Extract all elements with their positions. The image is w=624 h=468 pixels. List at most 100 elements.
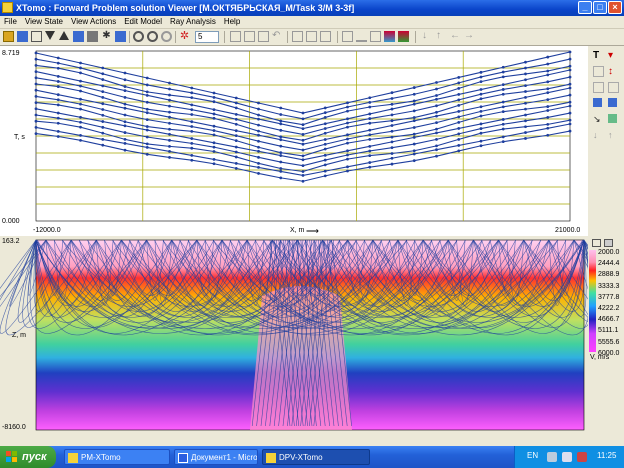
velocity-icon[interactable] <box>384 31 395 42</box>
arrow-down-icon[interactable]: ↓ <box>422 31 433 42</box>
security-icon[interactable] <box>577 452 587 462</box>
tool-icon-1[interactable] <box>292 31 303 42</box>
legend-table-icon[interactable] <box>604 239 613 247</box>
tool-icon-3[interactable] <box>320 31 331 42</box>
grid-icon[interactable] <box>31 31 42 42</box>
triangle-up-icon[interactable] <box>59 31 69 40</box>
traveltime-point <box>123 102 127 106</box>
menu-view-state[interactable]: View State <box>21 16 67 28</box>
zoom-in-icon[interactable] <box>133 31 144 42</box>
start-button[interactable]: пуск <box>0 446 56 468</box>
traveltime-point <box>34 51 38 55</box>
view-icon-1[interactable] <box>230 31 241 42</box>
model-icon[interactable] <box>87 31 98 42</box>
rays-icon[interactable] <box>342 31 353 42</box>
traveltime-plot[interactable] <box>0 46 588 236</box>
menu-view-actions[interactable]: View Actions <box>67 16 120 28</box>
traveltime-point <box>123 89 127 92</box>
palette-icon[interactable] <box>398 31 409 42</box>
minimize-button[interactable]: _ <box>578 1 592 14</box>
tool-icon-g[interactable] <box>608 114 617 123</box>
traveltime-point <box>234 150 238 154</box>
select-tool-icon[interactable]: ↘ <box>593 114 601 125</box>
traveltime-point <box>457 76 461 79</box>
traveltime-point <box>212 124 216 128</box>
move-up-icon[interactable]: ↑ <box>608 130 613 140</box>
traveltime-point <box>145 146 149 149</box>
view-icon-3[interactable] <box>258 31 269 42</box>
tool-icon-c[interactable] <box>593 82 604 93</box>
menu-edit-model[interactable]: Edit Model <box>120 16 166 28</box>
traveltime-point <box>501 65 505 69</box>
layers-icon[interactable] <box>73 31 84 42</box>
volume-icon[interactable] <box>562 452 572 462</box>
grid-blue-icon[interactable] <box>115 31 126 42</box>
task-word-document[interactable]: Документ1 - Microso... <box>174 449 258 465</box>
arrow-right-icon[interactable]: → <box>464 31 475 42</box>
traveltime-point <box>56 111 60 115</box>
zoom-out-icon[interactable] <box>147 31 158 42</box>
tool-icon-d[interactable] <box>608 82 619 93</box>
table-icon[interactable] <box>370 31 381 42</box>
title-bar: XTomo : Forward Problem solution Viewer … <box>0 0 624 16</box>
network-icon[interactable] <box>547 452 557 462</box>
menu-help[interactable]: Help <box>220 16 244 28</box>
traveltime-point <box>34 82 38 86</box>
traveltime-point <box>568 82 572 86</box>
traveltime-point <box>301 123 305 127</box>
traveltime-point <box>145 83 149 87</box>
source-icon[interactable]: ✱ <box>101 31 112 42</box>
tool-icon-b[interactable]: ↕ <box>608 66 613 77</box>
traveltime-point <box>123 148 127 152</box>
traveltime-point <box>212 158 216 161</box>
traveltime-point <box>101 131 105 135</box>
traveltime-point <box>368 137 372 141</box>
traveltime-point <box>34 70 38 73</box>
triangle-down-icon[interactable] <box>45 31 55 40</box>
marker-tool-icon[interactable]: ▾ <box>608 50 613 61</box>
open-icon[interactable] <box>3 31 14 42</box>
save-icon[interactable] <box>17 31 28 42</box>
task-pm-xtomo[interactable]: PM-XTomo <box>64 449 170 465</box>
menu-ray-analysis[interactable]: Ray Analysis <box>166 16 220 28</box>
view-icon-2[interactable] <box>244 31 255 42</box>
legend-options-icon[interactable] <box>592 239 601 247</box>
traveltime-point <box>346 165 349 169</box>
shot-step-spinner[interactable]: 5 <box>195 31 219 43</box>
text-tool-icon[interactable]: T <box>593 50 599 61</box>
shot-icon[interactable]: ✲ <box>179 31 190 42</box>
traveltime-point <box>568 111 572 115</box>
maximize-button[interactable]: □ <box>593 1 607 14</box>
toolbar: ✱ ✲ 5 ↶ ↓ ↑ ← → <box>0 29 624 46</box>
traveltime-point <box>301 133 305 136</box>
undo-icon[interactable]: ↶ <box>272 31 283 42</box>
task-dpv-xtomo[interactable]: DPV-XTomo <box>262 449 370 465</box>
menu-file[interactable]: File <box>0 16 21 28</box>
traveltime-point <box>457 120 461 124</box>
tool-icon-e[interactable] <box>593 98 602 107</box>
tool-icon-a[interactable] <box>593 66 604 77</box>
traveltime-point <box>101 72 105 76</box>
traveltime-point <box>435 144 438 148</box>
traveltime-point <box>524 95 527 99</box>
traveltime-point <box>168 150 171 153</box>
traveltime-point <box>412 159 416 163</box>
language-indicator[interactable]: EN <box>527 451 538 460</box>
traveltime-point <box>301 127 305 130</box>
close-button[interactable]: × <box>608 1 622 14</box>
traveltime-point <box>79 61 82 65</box>
arrow-left-icon[interactable]: ← <box>450 31 461 42</box>
traveltime-point <box>79 102 82 106</box>
traveltime-point <box>257 101 260 105</box>
arrow-up-icon[interactable]: ↑ <box>436 31 447 42</box>
tool-icon-2[interactable] <box>306 31 317 42</box>
raypath-plot[interactable] <box>0 236 588 434</box>
move-down-icon[interactable]: ↓ <box>593 130 598 140</box>
legend-tick-label: 4222.2 <box>598 305 620 312</box>
zoom-reset-icon[interactable] <box>161 31 172 42</box>
separator <box>337 31 338 43</box>
traveltime-point <box>346 121 349 125</box>
traveltime-point <box>501 110 505 114</box>
tool-icon-f[interactable] <box>608 98 617 107</box>
histogram-icon[interactable] <box>356 31 367 42</box>
